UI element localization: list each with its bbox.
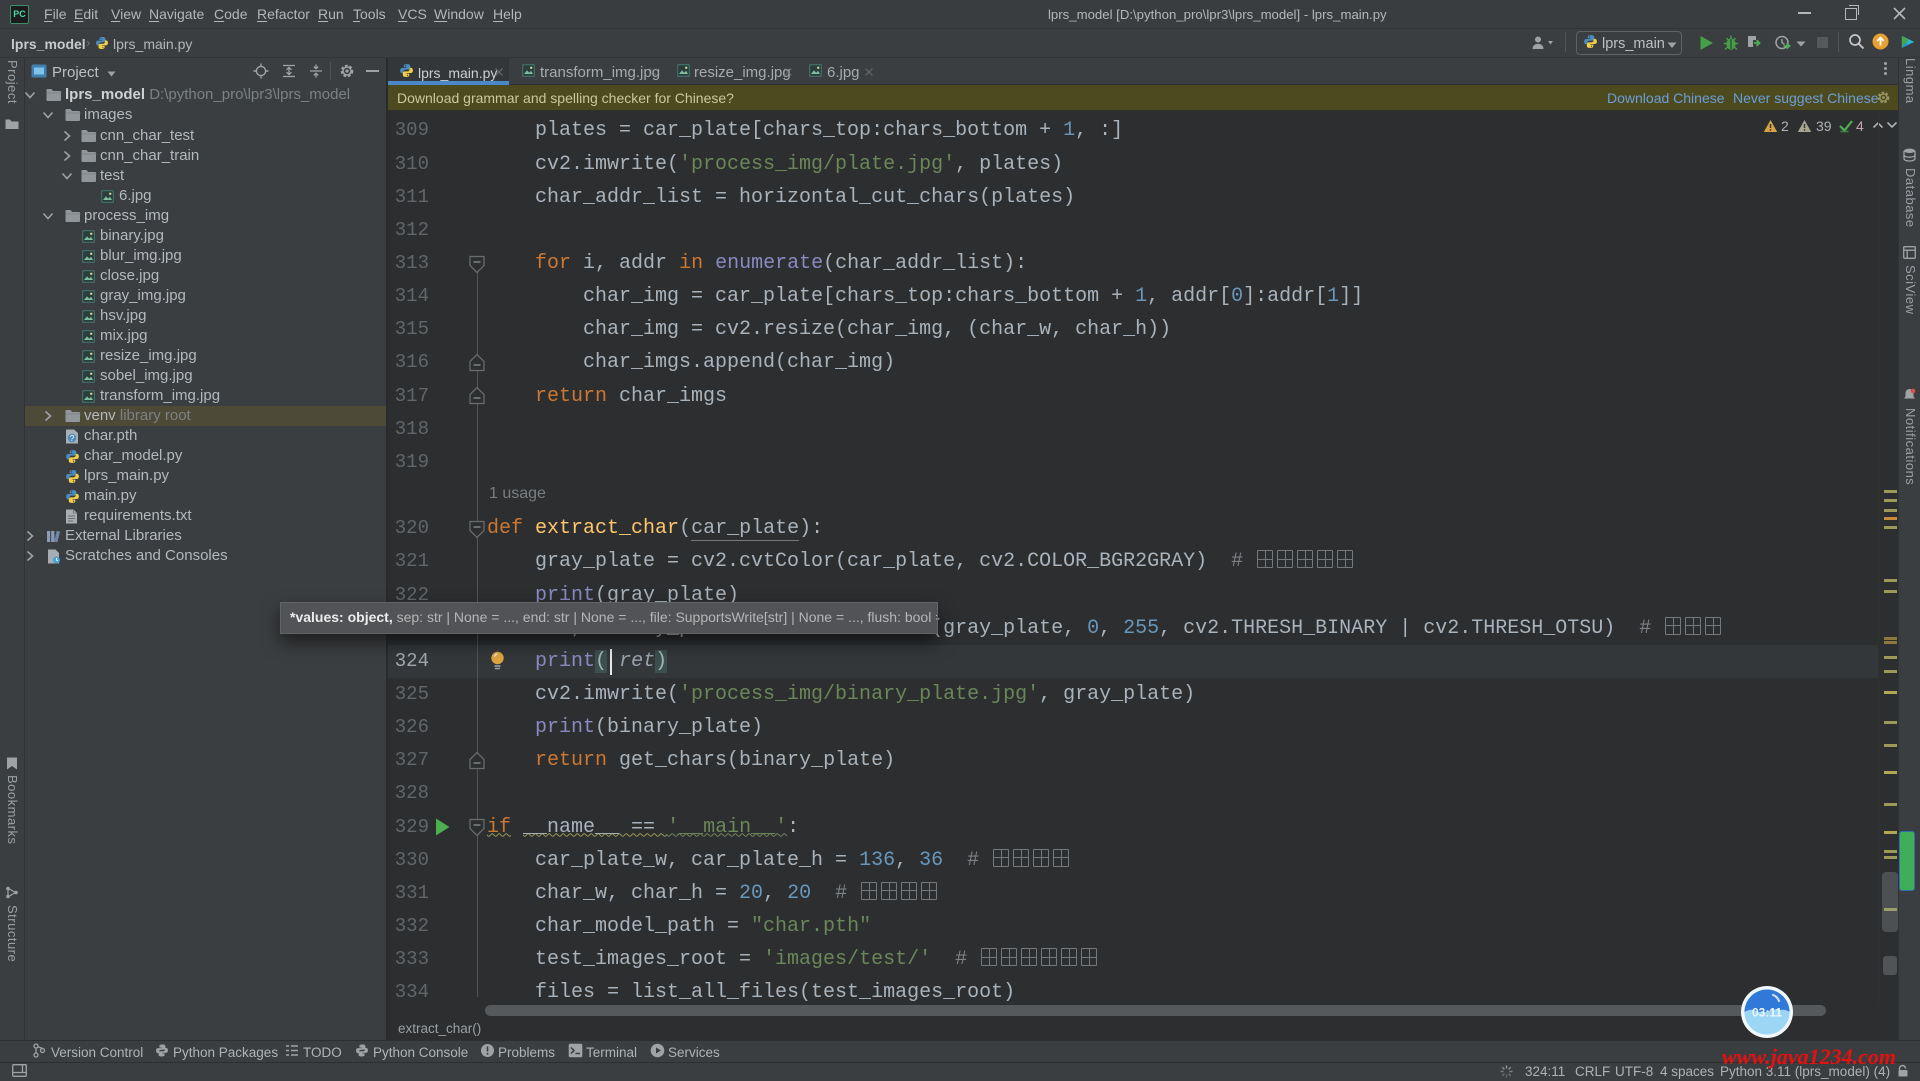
svg-text:?: ? (70, 434, 75, 443)
svg-text:03:11: 03:11 (1752, 1006, 1782, 1020)
